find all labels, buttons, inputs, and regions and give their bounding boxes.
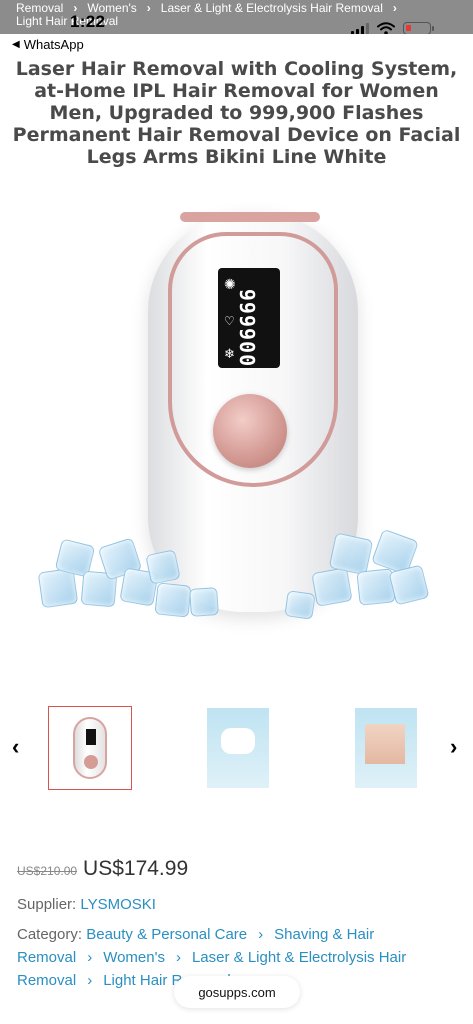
- back-triangle-icon: ◀: [12, 39, 20, 50]
- image-gallery: ‹ ›: [0, 700, 473, 796]
- url-text: gosupps.com: [198, 984, 276, 1000]
- category-link[interactable]: Beauty & Personal Care: [86, 926, 247, 943]
- flash-icon: ✺: [224, 276, 236, 292]
- wifi-icon: [377, 22, 395, 34]
- thumbnail-image: [355, 708, 417, 788]
- ice-cube: [328, 532, 374, 576]
- product-main-image[interactable]: ✺ ♡ ❄ 999900: [30, 200, 443, 630]
- old-price: US$210.00: [17, 864, 78, 878]
- device-power-button: [213, 394, 287, 468]
- thumbnail-2[interactable]: [196, 706, 280, 790]
- ice-cube: [388, 564, 430, 606]
- ice-cube: [311, 567, 353, 607]
- signal-icon: [351, 22, 369, 34]
- heart-icon: ♡: [224, 314, 235, 328]
- snowflake-icon: ❄: [224, 346, 235, 361]
- clock: 1:22: [70, 12, 106, 31]
- battery-icon: [403, 22, 434, 34]
- chevron-left-icon[interactable]: ‹: [12, 734, 19, 760]
- ice-cube: [145, 549, 181, 585]
- current-price: US$174.99: [83, 857, 189, 880]
- device-display: ✺ ♡ ❄ 999900: [218, 268, 280, 368]
- back-app-label: WhatsApp: [23, 37, 84, 52]
- thumbnail-device-image: [73, 717, 107, 779]
- ice-cube: [284, 590, 316, 620]
- device-lamp-window: [180, 212, 320, 222]
- status-bar: Removal › Women's › Laser & Light & Electrol…: [0, 0, 473, 34]
- ice-cube: [154, 582, 192, 618]
- supplier-link[interactable]: LYSMOSKI: [80, 896, 156, 913]
- thumbnail-1[interactable]: [48, 706, 132, 790]
- chevron-right-icon: ›: [392, 1, 397, 15]
- supplier-row: Supplier: LYSMOSKI: [17, 896, 156, 913]
- breadcrumb-item[interactable]: Removal: [16, 1, 63, 15]
- ice-cube: [189, 587, 219, 617]
- back-to-app-button[interactable]: ◀ WhatsApp: [12, 37, 84, 52]
- chevron-right-icon: ›: [146, 1, 151, 15]
- breadcrumb-item[interactable]: Laser & Light & Electrolysis Hair Remova…: [161, 1, 383, 15]
- supplier-label: Supplier:: [17, 896, 77, 913]
- chevron-right-icon[interactable]: ›: [450, 734, 457, 760]
- chevron-right-icon: ›: [87, 972, 93, 989]
- category-label: Category:: [17, 926, 83, 943]
- category-link[interactable]: Women's: [103, 949, 165, 966]
- chevron-right-icon: ›: [258, 926, 264, 943]
- thumbnail-image: [207, 708, 269, 788]
- flash-counter: 999900: [235, 288, 259, 368]
- product-title: Laser Hair Removal with Cooling System, …: [12, 58, 461, 168]
- status-icons: [351, 22, 434, 34]
- thumbnail-3[interactable]: [344, 706, 428, 790]
- browser-url-bar[interactable]: gosupps.com: [174, 976, 300, 1008]
- price-block: US$210.00 US$174.99: [17, 857, 188, 881]
- chevron-right-icon: ›: [175, 949, 181, 966]
- chevron-right-icon: ›: [87, 949, 93, 966]
